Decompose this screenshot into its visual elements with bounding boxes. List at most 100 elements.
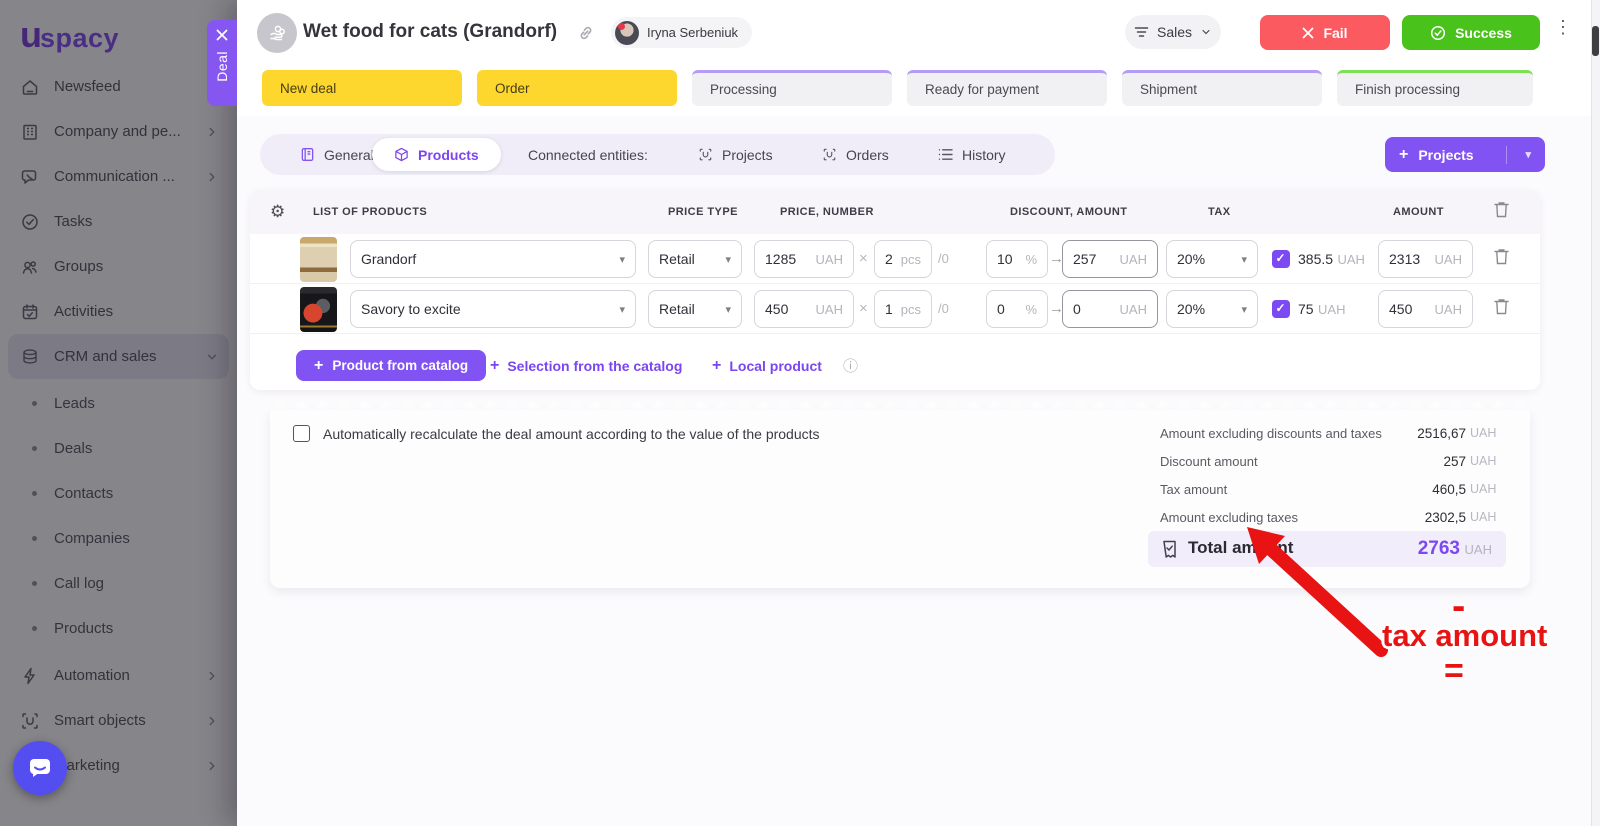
caret-down-icon: ▾ <box>1233 303 1247 316</box>
quantity-input[interactable] <box>885 251 895 267</box>
tax-included-checkbox[interactable] <box>1272 250 1290 268</box>
tax-included-checkbox[interactable] <box>1272 300 1290 318</box>
button-label: Local product <box>729 358 822 374</box>
product-name-value: Grandorf <box>361 251 416 267</box>
deal-tab-label: Deal <box>214 51 230 82</box>
delete-row-icon[interactable] <box>1493 247 1510 269</box>
connected-entities-label: Connected entities: <box>528 134 648 175</box>
smart-object-icon <box>822 147 837 162</box>
delete-row-icon[interactable] <box>1493 297 1510 319</box>
fail-button[interactable]: Fail <box>1260 15 1390 50</box>
stage-order[interactable]: Order <box>477 70 677 106</box>
deal-header: Wet food for cats (Grandorf) Iryna Serbe… <box>237 0 1600 116</box>
col-tax: TAX <box>1208 190 1231 234</box>
caret-down-icon[interactable]: ▾ <box>1517 148 1531 161</box>
app-window: uspacy Newsfeed Company and pe... Commun… <box>0 0 1600 826</box>
price-input[interactable] <box>765 301 810 317</box>
tab-label: History <box>962 147 1006 163</box>
local-product-button[interactable]: + Local product <box>712 350 822 381</box>
col-amount: AMOUNT <box>1393 190 1444 234</box>
price-field: UAH <box>754 290 854 328</box>
currency-suffix: UAH <box>810 252 843 267</box>
assignee-chip[interactable]: Iryna Serbeniuk <box>611 17 752 48</box>
plus-icon: + <box>490 357 499 375</box>
success-label: Success <box>1455 25 1512 41</box>
price-input[interactable] <box>765 251 810 267</box>
currency-suffix: UAH <box>1429 302 1462 317</box>
products-card: ⚙ LIST OF PRODUCTS PRICE TYPE PRICE, NUM… <box>250 190 1540 390</box>
summary-label: Tax amount <box>1160 482 1227 497</box>
total-amount-row: Total amount 2763 UAH <box>1148 531 1506 567</box>
price-type-value: Retail <box>659 301 695 317</box>
quantity-field: pcs <box>874 240 932 278</box>
add-projects-label: Projects <box>1418 147 1473 163</box>
summary-currency: UAH <box>1470 426 1510 440</box>
discount-percent-input[interactable] <box>997 301 1019 317</box>
smart-object-icon <box>698 147 713 162</box>
auto-recalculate-checkbox[interactable] <box>293 425 310 442</box>
tax-amount-text: 75 UAH <box>1298 284 1345 335</box>
product-from-catalog-button[interactable]: + Product from catalog <box>296 350 486 381</box>
plus-icon: + <box>314 357 323 375</box>
fail-label: Fail <box>1323 25 1347 41</box>
product-name-select[interactable]: Grandorf ▾ <box>350 240 636 278</box>
delete-all-icon[interactable] <box>1493 200 1510 222</box>
total-amount-label: Total amount <box>1188 538 1293 558</box>
currency-suffix: UAH <box>810 302 843 317</box>
chat-bubble-icon <box>27 755 53 781</box>
price-type-value: Retail <box>659 251 695 267</box>
link-icon[interactable] <box>577 24 595 47</box>
stage-ready-for-payment[interactable]: Ready for payment <box>907 70 1107 106</box>
stage-shipment[interactable]: Shipment <box>1122 70 1322 106</box>
tax-rate-select[interactable]: 20% ▾ <box>1166 290 1258 328</box>
stage-processing[interactable]: Processing <box>692 70 892 106</box>
more-options-button[interactable]: ⋮ <box>1554 17 1572 38</box>
discount-percent-input[interactable] <box>997 251 1019 267</box>
summary-value: 2516,67 <box>1270 426 1466 441</box>
settings-gear-icon[interactable]: ⚙ <box>270 190 285 234</box>
tab-orders[interactable]: Orders <box>822 134 889 175</box>
product-name-select[interactable]: Savory to excite ▾ <box>350 290 636 328</box>
tab-label: Orders <box>846 147 889 163</box>
summary-value: 257 <box>1270 454 1466 469</box>
tax-rate-value: 20% <box>1177 251 1205 267</box>
caret-down-icon: ▾ <box>717 253 731 266</box>
scrollbar[interactable] <box>1591 0 1600 826</box>
selection-from-catalog-button[interactable]: + Selection from the catalog <box>490 350 682 381</box>
tab-general[interactable]: General <box>300 134 374 175</box>
check-circle-icon <box>1430 25 1446 41</box>
deal-side-tab[interactable]: Deal <box>207 20 237 106</box>
deal-tabs: General Products Connected entities: Pro… <box>260 134 1055 175</box>
discount-amount-input[interactable] <box>1073 251 1114 267</box>
tab-products[interactable]: Products <box>372 138 501 171</box>
stage-finish-processing[interactable]: Finish processing <box>1337 70 1533 106</box>
quantity-input[interactable] <box>885 301 895 317</box>
discount-amount-input[interactable] <box>1073 301 1114 317</box>
amount-input[interactable] <box>1389 251 1429 267</box>
success-button[interactable]: Success <box>1402 15 1540 50</box>
currency-suffix: UAH <box>1429 252 1462 267</box>
tax-rate-select[interactable]: 20% ▾ <box>1166 240 1258 278</box>
tab-history[interactable]: History <box>938 134 1006 175</box>
discount-amount-field: UAH <box>1062 290 1158 328</box>
price-type-select[interactable]: Retail ▾ <box>648 290 742 328</box>
plus-icon: + <box>712 357 721 375</box>
stage-new-deal[interactable]: New deal <box>262 70 462 106</box>
tax-rate-value: 20% <box>1177 301 1205 317</box>
list-icon <box>938 148 953 161</box>
product-row: Grandorf ▾ Retail ▾ UAH × pcs /0 <box>250 234 1540 284</box>
close-icon[interactable] <box>216 29 228 41</box>
product-image <box>300 287 337 332</box>
tab-label: Projects <box>722 147 773 163</box>
pipeline-select[interactable]: Sales <box>1125 15 1221 49</box>
add-projects-button[interactable]: + Projects ▾ <box>1385 137 1545 172</box>
amount-input[interactable] <box>1389 301 1429 317</box>
tab-projects[interactable]: Projects <box>698 134 773 175</box>
summary-label: Discount amount <box>1160 454 1258 469</box>
chat-launcher-button[interactable] <box>13 741 67 795</box>
col-discount-amount: DISCOUNT, AMOUNT <box>1010 190 1127 234</box>
percent-suffix: % <box>1019 302 1037 317</box>
scrollbar-thumb[interactable] <box>1592 26 1599 56</box>
price-type-select[interactable]: Retail ▾ <box>648 240 742 278</box>
summary-currency: UAH <box>1470 482 1510 496</box>
